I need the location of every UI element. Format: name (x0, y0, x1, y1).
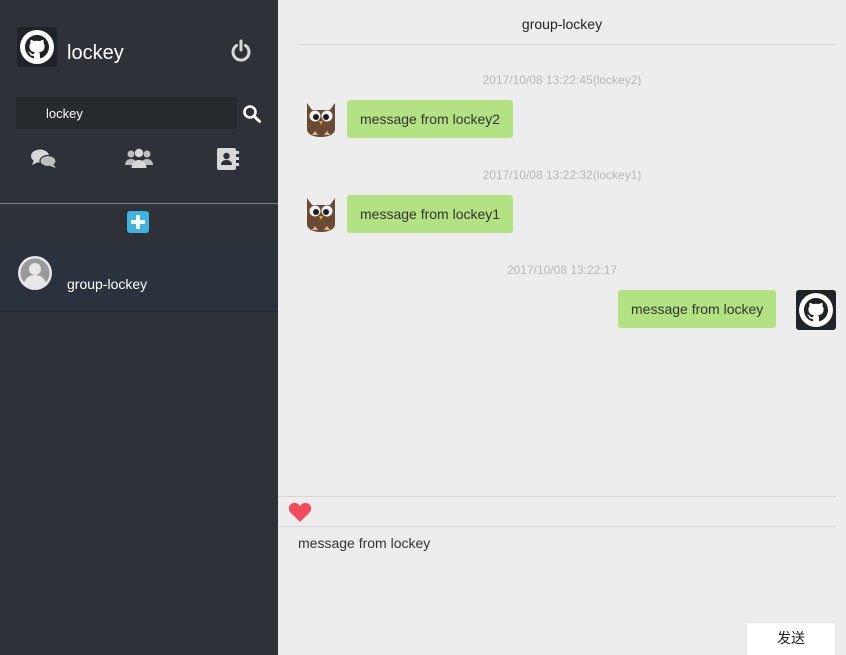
owl-icon (301, 99, 341, 139)
owl-icon (301, 194, 341, 234)
power-icon[interactable] (228, 38, 254, 64)
toolbar-divider (278, 496, 836, 497)
heart-icon[interactable] (288, 501, 312, 523)
github-icon (17, 27, 57, 67)
send-button[interactable]: 发送 (746, 622, 836, 655)
search-input[interactable] (16, 97, 237, 129)
sidebar-divider (0, 203, 278, 204)
message-input[interactable]: message from lockey (298, 533, 828, 618)
add-icon[interactable] (127, 211, 149, 233)
group-icon[interactable] (124, 146, 154, 172)
profile-name: lockey (67, 42, 124, 64)
input-divider (278, 526, 836, 527)
contacts-icon[interactable] (213, 146, 243, 172)
chat-title: group-lockey (521, 16, 603, 32)
message-time: 2017/10/08 13:22:17 (506, 263, 618, 277)
message-time: 2017/10/08 13:22:32(lockey1) (482, 168, 642, 182)
session-item[interactable]: group-lockey (0, 243, 278, 312)
user-icon (17, 255, 53, 291)
message-bubble: message from lockey1 (347, 195, 514, 233)
session-name: group-lockey (67, 276, 148, 292)
title-divider (297, 44, 836, 45)
search-icon[interactable] (242, 104, 262, 124)
message-bubble: message from lockey2 (347, 100, 514, 138)
message-time: 2017/10/08 13:22:45(lockey2) (482, 73, 642, 87)
message-bubble-self: message from lockey (618, 290, 777, 328)
profile-panel: lockey (0, 0, 278, 204)
chat-panel: group-lockey 2017/10/08 13:22:45(lockey2… (278, 0, 846, 655)
sidebar: lockey lockey group-lockey (0, 0, 278, 655)
chat-icon[interactable] (29, 146, 59, 172)
github-icon (796, 290, 836, 330)
